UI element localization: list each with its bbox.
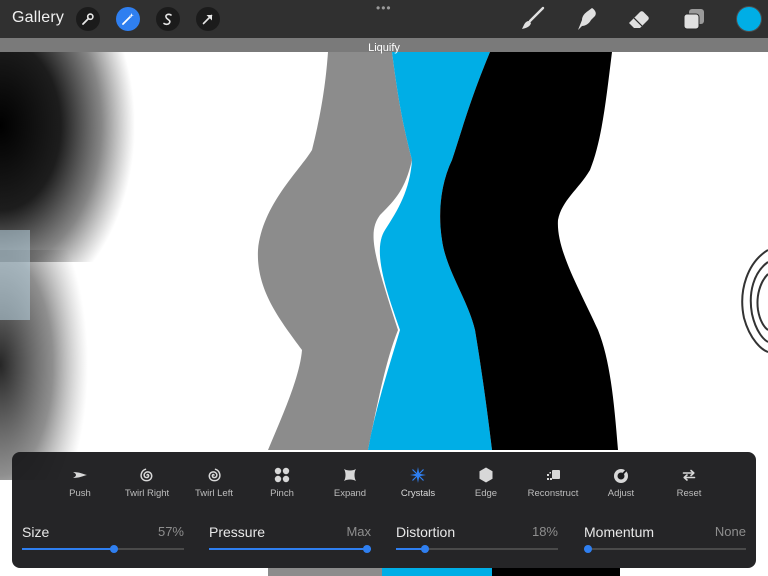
pressure-value: Max (346, 524, 371, 539)
gray-stripe-bottom (268, 568, 382, 576)
momentum-label: Momentum (584, 524, 655, 540)
mode-reset[interactable]: Reset (653, 466, 725, 506)
mode-twirl-left[interactable]: Twirl Left (178, 466, 250, 506)
actions-wrench-button[interactable] (76, 7, 100, 31)
liquify-mode-bar: Push Twirl Right Twirl Left Pinch Expand… (12, 466, 756, 506)
adjust-icon (614, 469, 628, 483)
wrench-icon (82, 13, 94, 25)
pressure-track[interactable] (209, 545, 371, 553)
ellipsis-icon[interactable]: ••• (376, 2, 392, 14)
pressure-slider[interactable]: Pressure Max (209, 522, 371, 554)
momentum-knob[interactable] (584, 545, 592, 553)
eraser-icon[interactable] (626, 6, 652, 32)
black-stripe-bottom (492, 568, 620, 576)
brush-icon[interactable] (519, 6, 545, 32)
mode-push[interactable]: Push (44, 466, 116, 506)
liquify-panel: Push Twirl Right Twirl Left Pinch Expand… (12, 452, 756, 568)
size-knob[interactable] (110, 545, 119, 553)
top-toolbar: Gallery ••• (0, 0, 768, 38)
mode-reconstruct[interactable]: Reconstruct (517, 466, 589, 506)
size-fill (22, 548, 115, 550)
crystals-icon (410, 467, 426, 483)
mode-pinch[interactable]: Pinch (246, 466, 318, 506)
push-icon (73, 472, 87, 478)
distortion-value: 18% (531, 524, 558, 539)
smudge-finger-icon[interactable] (573, 6, 599, 32)
size-slider[interactable]: Size 57% (22, 522, 184, 554)
reset-icon (682, 469, 696, 481)
distortion-track[interactable] (396, 545, 558, 553)
adjustments-wand-button[interactable] (116, 7, 140, 31)
mode-indicator-bar: Liquify (0, 38, 768, 54)
distortion-slider[interactable]: Distortion 18% (396, 522, 558, 554)
expand-icon (344, 469, 356, 481)
selection-s-icon (163, 13, 172, 26)
size-value: 57% (157, 524, 184, 539)
mode-twirl-right[interactable]: Twirl Right (111, 466, 183, 506)
transform-button[interactable] (196, 7, 220, 31)
twirl-left-icon (208, 468, 221, 482)
momentum-slider[interactable]: Momentum None (584, 522, 746, 554)
layers-icon[interactable] (681, 6, 707, 32)
blue-stripe-bottom (382, 568, 492, 576)
distortion-label: Distortion (396, 524, 456, 540)
pressure-fill (209, 548, 371, 550)
mode-edge[interactable]: Edge (450, 466, 522, 506)
color-swatch-button[interactable] (737, 7, 761, 31)
size-track[interactable] (22, 545, 184, 553)
mode-adjust[interactable]: Adjust (585, 466, 657, 506)
mode-expand[interactable]: Expand (314, 466, 386, 506)
arrow-cursor-icon (202, 14, 213, 25)
pressure-knob[interactable] (363, 545, 371, 553)
distortion-knob[interactable] (421, 545, 430, 553)
edge-icon (479, 467, 493, 483)
momentum-value: None (714, 524, 746, 539)
magic-wand-icon (122, 13, 134, 25)
momentum-track[interactable] (584, 545, 746, 553)
mode-title: Liquify (368, 42, 400, 54)
pinch-icon (274, 467, 290, 483)
reconstruct-icon (547, 470, 560, 480)
gallery-button[interactable]: Gallery (12, 9, 64, 27)
mode-crystals[interactable]: Crystals (382, 466, 454, 506)
size-label: Size (22, 524, 50, 540)
twirl-right-icon (140, 468, 153, 482)
selection-button[interactable] (156, 7, 180, 31)
pressure-label: Pressure (209, 524, 266, 540)
